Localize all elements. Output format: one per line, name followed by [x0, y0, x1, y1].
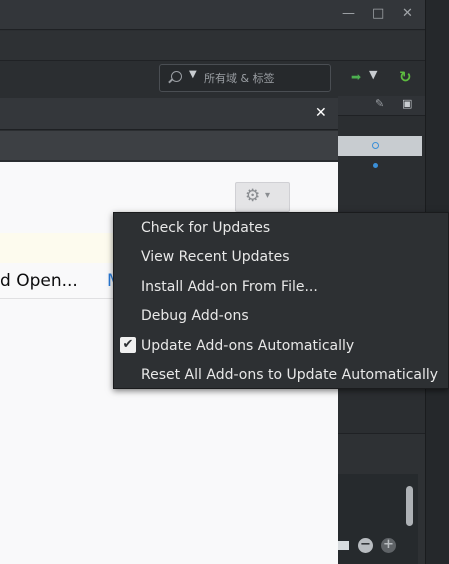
dialog-titlebar	[0, 98, 338, 130]
columns-icon[interactable]: ▣	[402, 97, 412, 110]
background-tab-strip	[0, 31, 425, 61]
check-icon[interactable]: ✔	[120, 337, 136, 353]
tools-menu-button[interactable]	[235, 182, 290, 212]
menu-item-view-recent-updates[interactable]: View Recent Updates	[141, 248, 290, 266]
dialog-toolbar	[0, 131, 338, 161]
zoom-out-icon[interactable]: −	[358, 538, 373, 553]
chevron-down-icon[interactable]: ▼	[189, 69, 197, 80]
chevron-down-icon: ▾	[265, 190, 271, 201]
status-dot-icon	[373, 163, 378, 168]
zoom-indicator	[338, 541, 349, 550]
menu-item-reset-auto-update[interactable]: Reset All Add-ons to Update Automaticall…	[141, 366, 438, 384]
search-placeholder: 所有域 & 标签	[204, 72, 275, 85]
status-ring-icon	[372, 142, 379, 149]
gear-icon: ⚙	[245, 186, 261, 206]
pencil-icon[interactable]: ✎	[375, 97, 384, 110]
background-window-titlebar	[0, 0, 425, 30]
search-icon	[171, 71, 182, 82]
close-icon[interactable]: ✕	[315, 105, 327, 121]
close-window-button[interactable]: ✕	[402, 6, 413, 22]
scrollbar-thumb[interactable]	[406, 486, 413, 526]
tools-context-menu	[113, 212, 449, 389]
screen: — □ ✕ ▼ 所有域 & 标签 ➡ ▼ ↻ ✎ ▣ − + ✕ ⚙ ▾ d O…	[0, 0, 449, 564]
menu-item-update-automatically[interactable]: Update Add-ons Automatically	[141, 337, 354, 355]
minimize-button[interactable]: —	[342, 6, 355, 22]
maximize-button[interactable]: □	[372, 6, 384, 22]
search-input[interactable]: ▼ 所有域 & 标签	[159, 64, 331, 92]
list-item-selected[interactable]	[338, 136, 422, 156]
open-link[interactable]: d Open...	[0, 271, 78, 291]
refresh-icon[interactable]: ↻	[399, 68, 412, 86]
menu-item-install-from-file[interactable]: Install Add-on From File...	[141, 278, 318, 296]
menu-item-check-updates[interactable]: Check for Updates	[141, 219, 270, 237]
menu-item-debug-addons[interactable]: Debug Add-ons	[141, 307, 249, 325]
chevron-down-icon[interactable]: ▼	[369, 68, 377, 81]
go-arrow-icon[interactable]: ➡	[351, 70, 361, 84]
zoom-in-icon[interactable]: +	[381, 538, 396, 553]
